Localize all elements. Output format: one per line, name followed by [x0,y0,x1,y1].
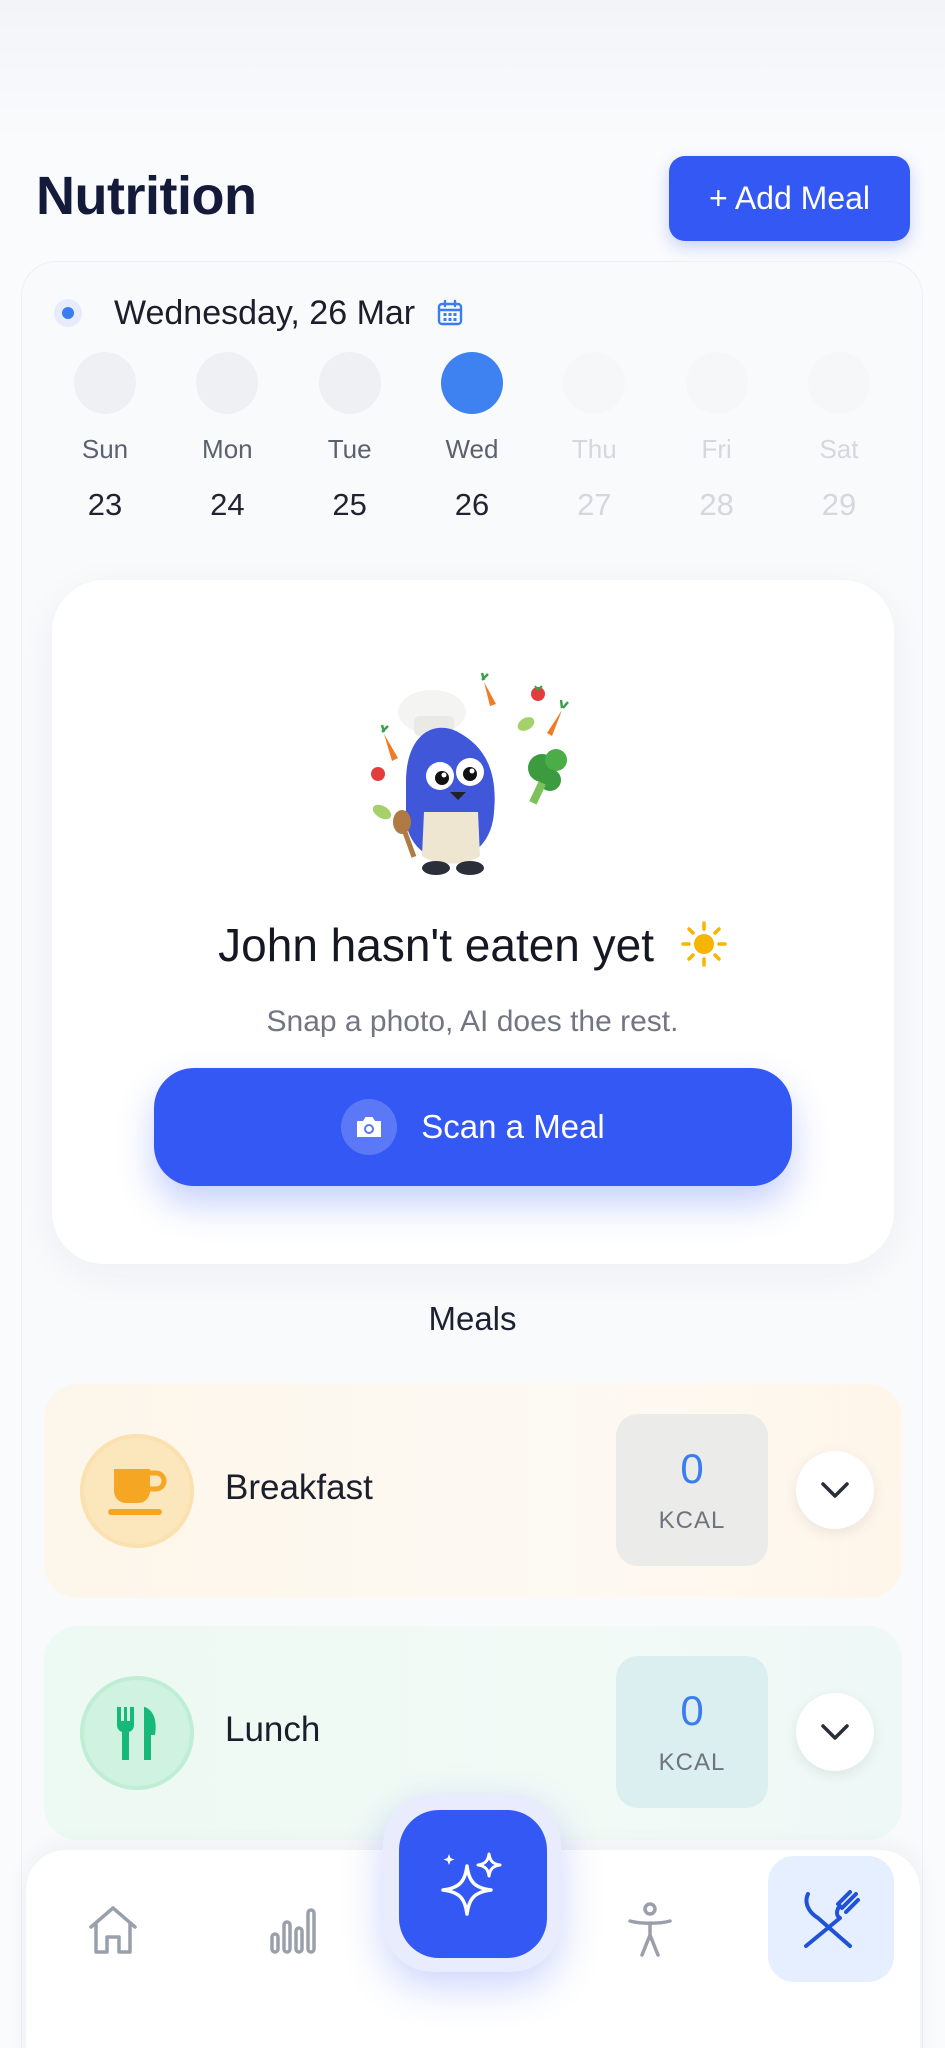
day-circle [685,352,748,414]
day-mon[interactable]: Mon 24 [166,352,288,523]
day-circle [563,352,626,414]
kcal-unit: KCAL [658,1507,726,1534]
sun-icon [681,921,727,967]
day-name: Tue [327,434,372,464]
meal-name: Breakfast [225,1468,373,1507]
scan-meal-button[interactable]: Scan a Meal [154,1068,792,1186]
day-circle [196,352,259,414]
day-number: 26 [454,487,490,522]
camera-icon [341,1099,398,1155]
empty-state-title-text: John hasn't eaten yet [218,919,655,971]
ai-scan-fab[interactable] [399,1810,547,1958]
add-meal-button[interactable]: + Add Meal [669,156,910,241]
day-number: 23 [87,487,123,522]
expand-breakfast-button[interactable] [796,1451,874,1529]
day-fri: Fri 28 [656,352,778,523]
home-icon [89,1906,137,1954]
day-wed-selected[interactable]: Wed 26 [411,352,533,523]
day-name: Sat [819,434,859,464]
utensils-icon [804,1890,860,1948]
meal-card-breakfast[interactable]: Breakfast 0 KCAL [44,1384,902,1598]
kcal-value: 0 [680,1445,704,1492]
kcal-value: 0 [680,1687,704,1734]
kcal-badge: 0 KCAL [616,1414,768,1566]
day-circle [318,352,381,414]
day-thu: Thu 27 [533,352,655,523]
fork-knife-icon [80,1676,194,1790]
status-bar-area [0,0,945,140]
day-name: Mon [202,434,253,464]
today-dot-icon [54,299,82,327]
empty-state-subtitle: Snap a photo, AI does the rest. [266,1005,679,1038]
bar-chart-icon [270,1908,316,1954]
day-number: 25 [332,487,367,522]
day-number: 29 [821,487,857,522]
empty-state-title: John hasn't eaten yet [0,918,945,972]
day-number: 28 [699,487,734,522]
day-circle [807,352,870,414]
calendar-icon[interactable] [435,298,465,328]
chevron-down-icon [821,1482,849,1498]
day-name: Sun [81,434,129,464]
kcal-badge: 0 KCAL [616,1656,768,1808]
chef-mascot-illustration [371,672,569,875]
day-sun[interactable]: Sun 23 [44,352,166,523]
chevron-down-icon [821,1724,849,1740]
week-strip: Sun 23 Mon 24 Tue 25 Wed 26 Thu 27 Fri 28 Sat 2… [44,352,900,523]
day-name: Wed [445,434,499,464]
tab-nutrition[interactable] [768,1856,894,1982]
tab-activity[interactable] [600,1880,700,1980]
day-name: Thu [571,434,617,464]
day-name: Fri [701,434,732,464]
day-circle [440,352,503,414]
tab-home[interactable] [63,1880,163,1980]
meals-heading: Meals [428,1300,517,1337]
day-circle [74,352,136,414]
coffee-cup-icon [80,1434,194,1548]
page-title: Nutrition [36,166,257,226]
day-number: 24 [210,487,245,522]
day-sat: Sat 29 [778,352,900,523]
tab-stats[interactable] [242,1880,342,1980]
meal-name: Lunch [225,1710,321,1749]
expand-lunch-button[interactable] [796,1693,874,1771]
date-header: Wednesday, 26 Mar [54,290,465,336]
scan-meal-label: Scan a Meal [421,1108,605,1145]
kcal-unit: KCAL [658,1749,726,1776]
day-number: 27 [577,487,612,522]
person-icon [628,1902,672,1957]
day-tue[interactable]: Tue 25 [289,352,411,523]
sparkles-icon [441,1852,502,1916]
current-date: Wednesday, 26 Mar [114,293,416,332]
